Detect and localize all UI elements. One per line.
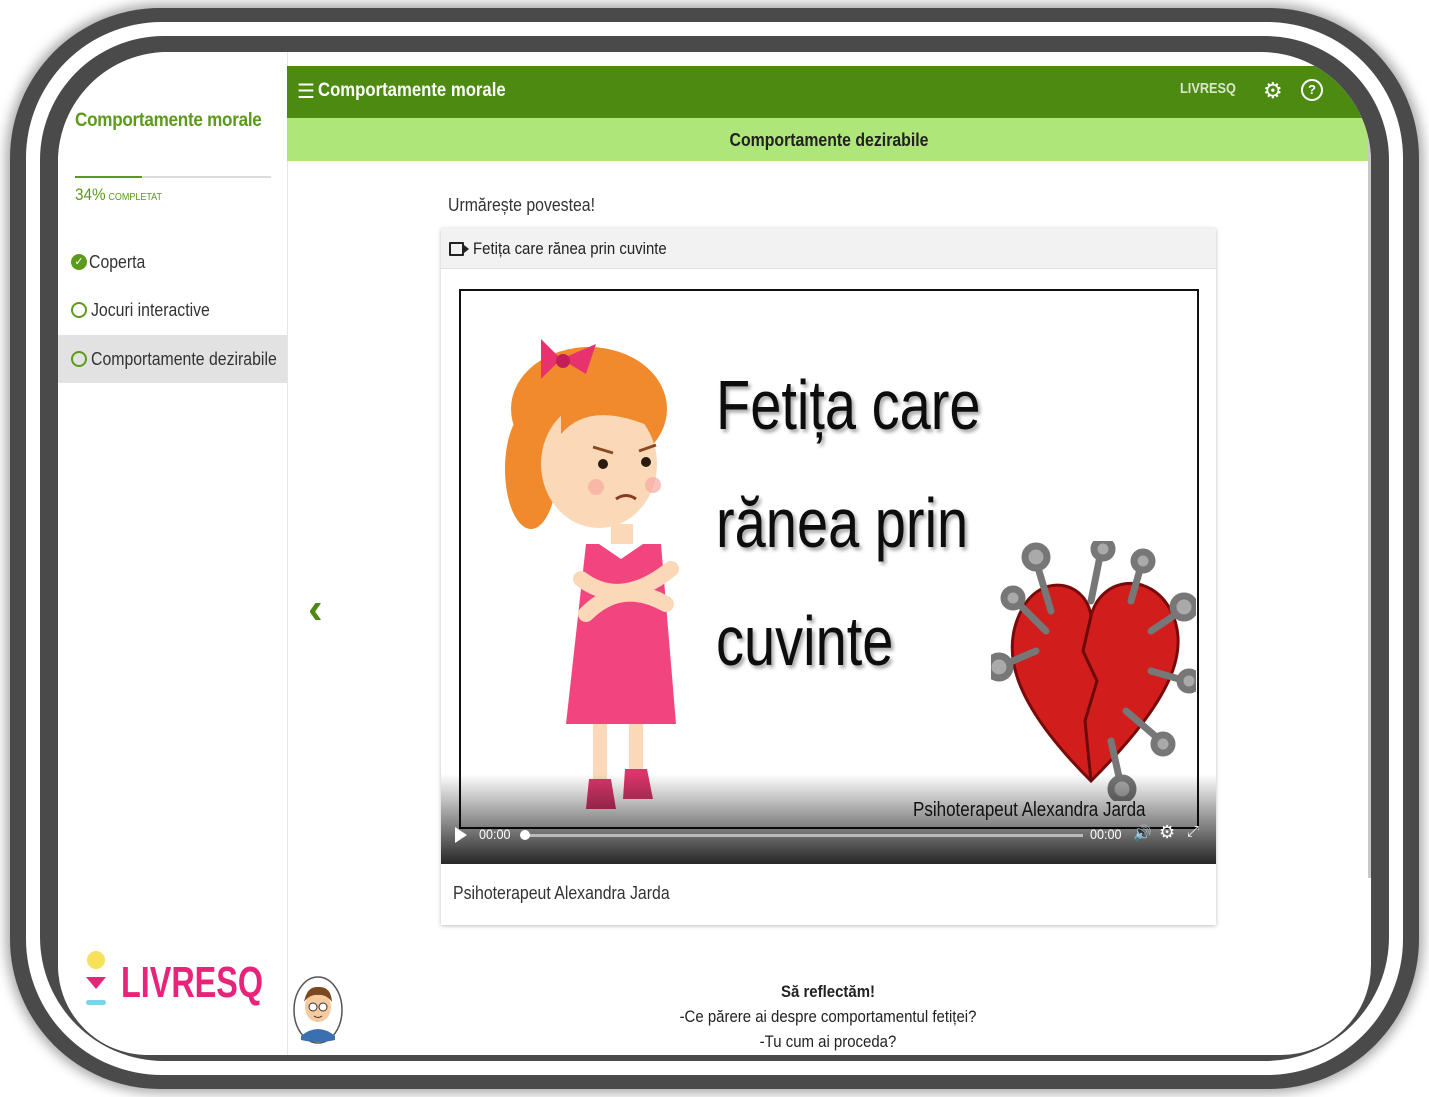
video-title: Fetița care rănea prin cuvinte [473,239,667,258]
current-time: 00:00 [479,826,511,842]
reflection-question: -Tu cum ai proceda? [759,1032,897,1051]
video-caption: Psihoterapeut Alexandra Jarda [453,883,670,903]
instruction-text: Urmărește povestea! [448,195,596,215]
sidebar-item-label: Jocuri interactive [91,299,210,320]
slide-title-line: Fetița care [716,366,981,444]
video-frame: Fetița care rănea prin cuvinte [459,289,1199,829]
help-icon[interactable]: ? [1301,79,1323,101]
sidebar-item-comportamente-dezirabile[interactable]: Comportamente dezirabile [58,335,287,383]
progress-percent: 34% [75,185,106,204]
sidebar-title: Comportamente morale [75,110,262,131]
app-screen: Comportamente morale 34% COMPLETAT ✓ Cope… [58,52,1371,1055]
progress-suffix: COMPLETAT [108,192,163,203]
sidebar-item-label: Comportamente dezirabile [91,348,277,369]
broken-heart-illustration [991,541,1196,801]
girl-illustration [505,339,679,809]
video-card-header: Fetița care rănea prin cuvinte [441,228,1216,269]
check-circle-icon: ✓ [71,254,87,270]
menu-icon[interactable]: ☰ [297,79,315,104]
video-slide-title: Fetița care rănea prin cuvinte [716,346,981,700]
gear-icon[interactable]: ⚙ [1263,78,1283,104]
progress-bar [75,176,271,178]
video-card: Fetița care rănea prin cuvinte Fetița ca… [441,228,1216,925]
video-seek-bar[interactable] [523,834,1083,837]
section-bar: Comportamente dezirabile [287,118,1371,161]
brand-small-text: LIVRESQ [1180,80,1236,97]
avatar[interactable] [293,974,343,1044]
reflection-question: -Ce părere ai despre comportamentul feti… [679,1007,977,1026]
video-player[interactable]: Fetița care rănea prin cuvinte Psihotera… [441,289,1216,864]
reflection-block: Să reflectăm! -Ce părere ai despre compo… [528,979,1128,1054]
top-bar: ☰ Comportamente morale LIVRESQ ⚙ ? ⤡ [287,66,1371,118]
total-time: 00:00 [1090,826,1122,842]
video-settings-icon[interactable]: ⚙ [1159,822,1175,843]
top-bar-title: Comportamente morale [318,80,506,101]
sidebar: Comportamente morale 34% COMPLETAT ✓ Cope… [58,52,288,1055]
section-title: Comportamente dezirabile [729,130,929,150]
progress-fill [75,176,142,178]
sidebar-item-coperta[interactable]: ✓ Coperta [58,238,287,286]
livresq-logo: LIVRESQ [86,951,263,1007]
empty-circle-icon [71,302,87,318]
volume-icon[interactable]: 🔊 [1133,824,1152,842]
slide-title-line: cuvinte [716,602,894,680]
seek-handle[interactable] [520,830,530,840]
slide-title-line: rănea prin [716,484,969,562]
progress-text: 34% COMPLETAT [75,185,162,205]
livresq-small-logo[interactable]: LIVRESQ [1180,80,1236,97]
sidebar-item-jocuri-interactive[interactable]: Jocuri interactive [58,286,287,334]
scrollbar[interactable] [1368,118,1371,878]
fullscreen-icon[interactable]: ⤡ [1343,80,1356,98]
video-fullscreen-icon[interactable]: ⤢ [1187,823,1199,840]
empty-circle-icon [71,351,87,367]
video-slide-credit: Psihoterapeut Alexandra Jarda [913,799,1146,821]
reflection-title: Să reflectăm! [781,982,875,1001]
sidebar-item-label: Coperta [89,251,146,272]
brand-text: LIVRESQ [121,958,263,1007]
play-icon[interactable] [455,827,467,843]
video-camera-icon [449,242,469,256]
prev-page-arrow[interactable]: ‹ [308,584,323,634]
